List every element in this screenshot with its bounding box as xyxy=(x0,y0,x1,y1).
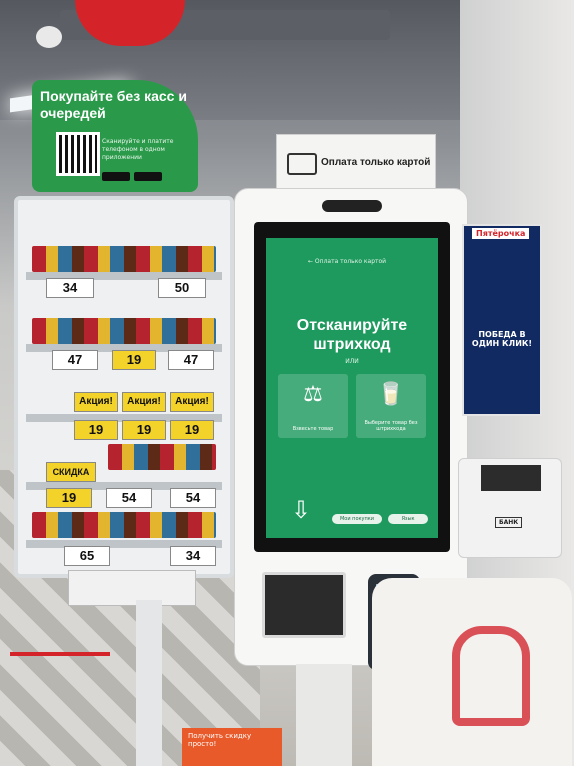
floor-promo-text: Получить скидку просто! xyxy=(188,732,252,748)
rack-pole xyxy=(136,600,162,766)
weigh-item-tile[interactable]: ⚖ Взвесьте товар xyxy=(278,374,348,438)
product-row xyxy=(32,246,216,272)
kiosk-header-sign: Оплата только картой xyxy=(276,134,436,194)
rack-base-sign xyxy=(68,570,196,606)
promo-sign: Покупайте без касс и очередей Сканируйте… xyxy=(32,80,198,192)
kiosk-camera xyxy=(322,200,382,212)
promo-display-text: ПОБЕДА В ОДИН КЛИК! xyxy=(471,330,533,348)
promo-label: Акция! xyxy=(74,392,118,412)
receipt-printer: БАНК xyxy=(458,458,562,558)
floor-marking xyxy=(10,652,110,656)
select-item-tile[interactable]: 🥛 Выберите товар без штрихкода xyxy=(356,374,426,438)
kiosk-screen: ← Оплата только картой Отсканируйте штри… xyxy=(266,238,438,538)
price-tag: 34 xyxy=(170,546,216,566)
price-tag: 47 xyxy=(52,350,98,370)
product-row xyxy=(108,444,216,470)
barcode-arrow-icon: ⇩ xyxy=(290,496,312,524)
app-store-badge xyxy=(102,172,130,181)
price-tag: 47 xyxy=(168,350,214,370)
promo-label: Акция! xyxy=(122,392,166,412)
price-tag: 50 xyxy=(158,278,206,298)
google-play-badge xyxy=(134,172,162,181)
my-purchases-button[interactable]: Мои покупки xyxy=(332,514,382,524)
kiosk-stand xyxy=(296,664,352,766)
floor-promo-sign: Получить скидку просто! xyxy=(182,728,282,766)
promo-price-tag: 19 xyxy=(122,420,166,440)
price-tag: 65 xyxy=(64,546,110,566)
promo-price-tag: 19 xyxy=(46,488,92,508)
bag-logo xyxy=(452,626,530,726)
card-only-text: Оплата только картой xyxy=(321,157,431,168)
candy-rack: 34 50 47 19 47 Акция! Акция! Акция! 19 1… xyxy=(14,196,234,578)
scale-icon: ⚖ xyxy=(303,382,323,407)
or-hint: ИЛИ xyxy=(345,358,359,365)
printer-label: БАНК xyxy=(495,517,523,528)
camera-dome xyxy=(36,26,62,48)
promo-sign-subtitle: Сканируйте и платите телефоном в одном п… xyxy=(102,138,174,161)
price-tag: 54 xyxy=(170,488,216,508)
product-row xyxy=(32,512,216,538)
skidka-label: СКИДКА xyxy=(46,462,96,482)
select-item-label: Выберите товар без штрихкода xyxy=(364,420,418,432)
price-tag: 34 xyxy=(46,278,94,298)
scan-prompt-title: Отсканируйте штрихкод xyxy=(296,317,408,353)
promo-price-tag: 19 xyxy=(170,420,214,440)
promo-price-tag: 19 xyxy=(74,420,118,440)
store-logo: Пятёрочка xyxy=(472,228,530,239)
shopping-bag xyxy=(372,578,572,766)
promo-display: Пятёрочка ПОБЕДА В ОДИН КЛИК! xyxy=(462,224,542,416)
qr-code xyxy=(56,132,100,176)
printer-lid xyxy=(481,465,541,491)
promo-label: Акция! xyxy=(170,392,214,412)
receipt-printer-slot xyxy=(262,572,346,638)
product-row xyxy=(32,318,216,344)
card-icon xyxy=(287,153,317,175)
back-link[interactable]: ← Оплата только картой xyxy=(308,258,386,265)
language-button[interactable]: Язык xyxy=(388,514,428,524)
products-icon: 🥛 xyxy=(377,382,405,407)
promo-price-tag: 19 xyxy=(112,350,156,370)
store-scene: Покупайте без касс и очередей Сканируйте… xyxy=(0,0,574,766)
price-tag: 54 xyxy=(106,488,152,508)
promo-sign-title: Покупайте без касс и очередей xyxy=(40,88,187,121)
weigh-item-label: Взвесьте товар xyxy=(292,426,334,432)
